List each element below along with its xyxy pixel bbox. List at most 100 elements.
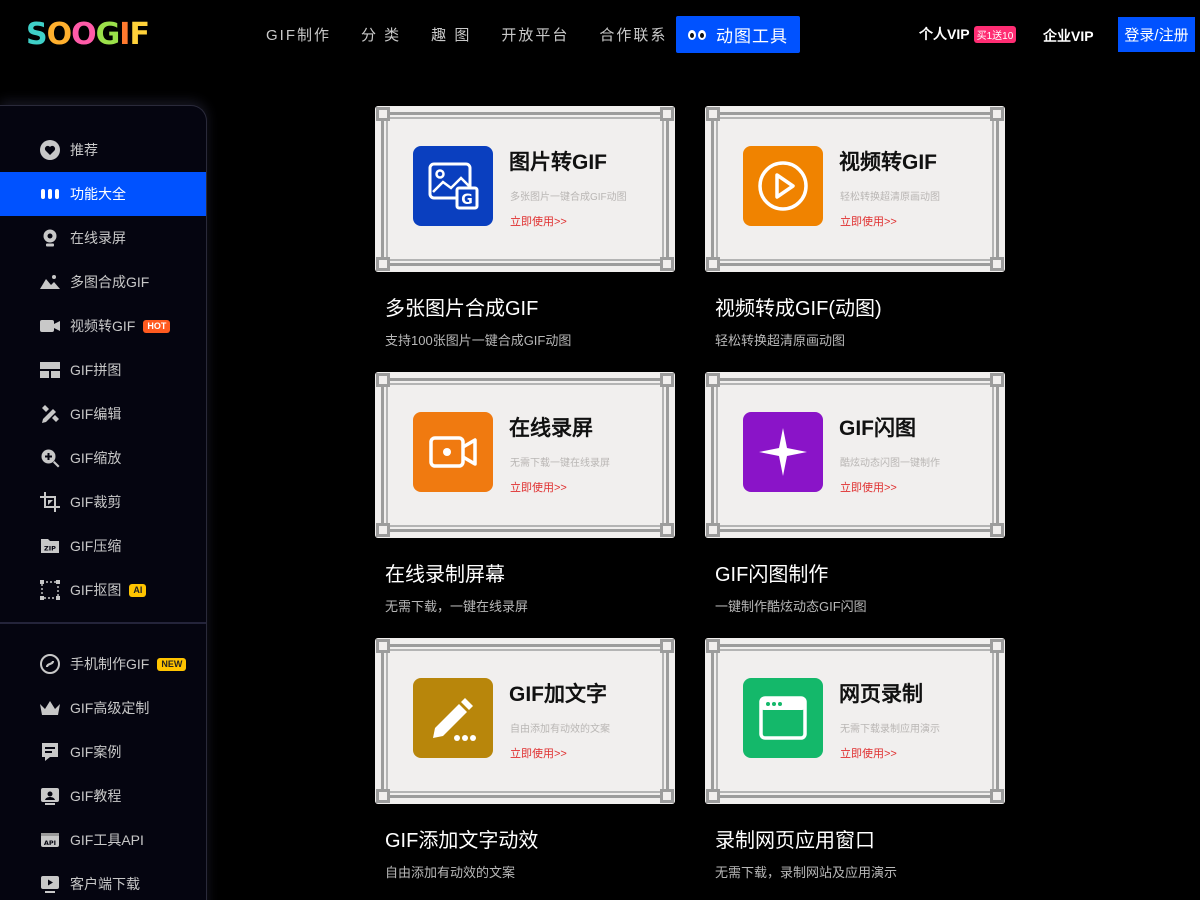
sidebar-item-label: 视频转GIF	[70, 318, 136, 334]
heart-icon	[40, 140, 60, 160]
card-banner[interactable]: 网页录制 无需下载录制应用演示 立即使用>>	[705, 638, 1005, 804]
sidebar-item-label: GIF高级定制	[70, 700, 150, 716]
banner-desc: 自由添加有动效的文案	[510, 724, 610, 735]
card-banner[interactable]: G 图片转GIF 多张图片一键合成GIF动图 立即使用>>	[375, 106, 675, 272]
card-title[interactable]: GIF添加文字动效	[385, 824, 675, 853]
sidebar-item-label: GIF编辑	[70, 406, 122, 422]
card-banner[interactable]: GIF闪图 酷炫动态闪图一键制作 立即使用>>	[705, 372, 1005, 538]
card-title[interactable]: 多张图片合成GIF	[385, 292, 675, 321]
sidebar-item-label: GIF缩放	[70, 450, 122, 466]
sidebar-item-crop[interactable]: GIF裁剪	[0, 480, 206, 524]
card-banner[interactable]: GIF加文字 自由添加有动效的文案 立即使用>>	[375, 638, 675, 804]
sidebar-item-video-to-gif[interactable]: 视频转GIF HOT	[0, 304, 206, 348]
banner-title: GIF闪图	[839, 417, 916, 440]
main-nav: GIF制作 分 类 趣 图 开放平台 合作联系	[266, 16, 697, 52]
sidebar-item-label: 功能大全	[70, 186, 126, 202]
use-now-link[interactable]: 立即使用>>	[840, 213, 897, 229]
crop-icon	[40, 492, 60, 512]
feature-card-screen-record: 在线录屏 无需下载一键在线录屏 立即使用>> 在线录制屏幕 无需下载，一键在线录…	[375, 372, 675, 615]
sidebar-item-zoom[interactable]: GIF缩放	[0, 436, 206, 480]
nav-contact[interactable]: 合作联系	[599, 24, 667, 45]
feature-card-video-to-gif: 视频转GIF 轻松转换超清原画动图 立即使用>> 视频转成GIF(动图) 轻松转…	[705, 106, 1005, 349]
vip-promo-badge: 买1送10	[973, 25, 1017, 43]
card-title[interactable]: 在线录制屏幕	[385, 558, 675, 587]
card-subtitle: 支持100张图片一键合成GIF动图	[385, 333, 572, 348]
use-now-link[interactable]: 立即使用>>	[510, 479, 567, 495]
card-title[interactable]: 视频转成GIF(动图)	[715, 292, 1005, 321]
top-header: SOOGIF GIF制作 分 类 趣 图 开放平台 合作联系 动图工具 个人VI…	[0, 0, 1200, 70]
nav-open-platform[interactable]: 开放平台	[501, 24, 569, 45]
record-icon	[413, 412, 493, 492]
use-now-link[interactable]: 立即使用>>	[510, 213, 567, 229]
login-register-button[interactable]: 登录/注册	[1118, 17, 1195, 52]
svg-text:API: API	[44, 839, 56, 847]
sidebar-item-cases[interactable]: GIF案例	[0, 730, 206, 774]
ai-badge: AI	[129, 583, 147, 597]
zip-icon: ZIP	[40, 536, 60, 556]
svg-text:G: G	[461, 192, 473, 208]
feature-card-add-text: GIF加文字 自由添加有动效的文案 立即使用>> GIF添加文字动效 自由添加有…	[375, 638, 675, 881]
use-now-link[interactable]: 立即使用>>	[510, 745, 567, 761]
banner-title: 视频转GIF	[839, 151, 937, 174]
site-logo[interactable]: SOOGIF	[26, 14, 150, 54]
sidebar-item-label: 手机制作GIF	[70, 656, 150, 672]
gif-tools-label: 动图工具	[716, 27, 788, 46]
svg-text:ZIP: ZIP	[44, 545, 56, 553]
banner-title: 图片转GIF	[509, 151, 607, 174]
banner-title: 在线录屏	[509, 417, 593, 440]
banner-desc: 轻松转换超清原画动图	[840, 192, 940, 203]
enterprise-vip-link[interactable]: 企业VIP	[1043, 26, 1094, 46]
sidebar-item-custom[interactable]: GIF高级定制	[0, 686, 206, 730]
grid-icon	[40, 360, 60, 380]
pencil-icon	[413, 678, 493, 758]
sidebar-item-puzzle[interactable]: GIF拼图	[0, 348, 206, 392]
sidebar-item-screen-record[interactable]: 在线录屏	[0, 216, 206, 260]
sidebar-item-tutorial[interactable]: GIF教程	[0, 774, 206, 818]
personal-vip-label: 个人VIP	[919, 26, 970, 42]
nav-fun-gifs[interactable]: 趣 图	[431, 24, 471, 45]
sidebar-item-label: GIF教程	[70, 788, 122, 804]
sidebar-item-label: 多图合成GIF	[70, 274, 150, 290]
browser-icon	[743, 678, 823, 758]
sidebar-item-label: 推荐	[70, 142, 98, 158]
banner-desc: 无需下载录制应用演示	[840, 724, 940, 735]
tutorial-icon	[40, 786, 60, 806]
card-banner[interactable]: 在线录屏 无需下载一键在线录屏 立即使用>>	[375, 372, 675, 538]
nav-gif-make[interactable]: GIF制作	[266, 24, 331, 45]
gif-tools-button[interactable]: 动图工具	[676, 16, 800, 53]
use-now-link[interactable]: 立即使用>>	[840, 479, 897, 495]
use-now-link[interactable]: 立即使用>>	[840, 745, 897, 761]
image-g-icon: G	[413, 146, 493, 226]
sidebar-item-cutout[interactable]: GIF抠图 AI	[0, 568, 206, 612]
case-icon	[40, 742, 60, 762]
banner-desc: 酷炫动态闪图一键制作	[840, 458, 940, 469]
sidebar-item-label: GIF工具API	[70, 832, 144, 848]
card-title[interactable]: GIF闪图制作	[715, 558, 1005, 587]
sidebar-item-mobile-gif[interactable]: 手机制作GIF NEW	[0, 642, 206, 686]
logo-text: SOOGIF	[26, 16, 150, 52]
card-subtitle: 一键制作酷炫动态GIF闪图	[715, 599, 867, 614]
edit-icon	[40, 404, 60, 424]
monitor-icon	[40, 874, 60, 894]
sidebar-item-compress[interactable]: ZIP GIF压缩	[0, 524, 206, 568]
card-banner[interactable]: 视频转GIF 轻松转换超清原画动图 立即使用>>	[705, 106, 1005, 272]
mobile-icon	[40, 654, 60, 674]
sidebar-item-download-client[interactable]: 客户端下载	[0, 862, 206, 900]
sidebar-item-api[interactable]: API GIF工具API	[0, 818, 206, 862]
sidebar-item-multi-image[interactable]: 多图合成GIF	[0, 260, 206, 304]
webcam-icon	[40, 228, 60, 248]
nav-category[interactable]: 分 类	[361, 24, 401, 45]
feature-card-images-to-gif: G 图片转GIF 多张图片一键合成GIF动图 立即使用>> 多张图片合成GIF …	[375, 106, 675, 349]
feature-card-web-record: 网页录制 无需下载录制应用演示 立即使用>> 录制网页应用窗口 无需下载，录制网…	[705, 638, 1005, 881]
sidebar-item-recommend[interactable]: 推荐	[0, 128, 206, 172]
sidebar-item-all-features[interactable]: 功能大全	[0, 172, 206, 216]
sidebar-divider	[0, 622, 206, 624]
sidebar-item-edit[interactable]: GIF编辑	[0, 392, 206, 436]
personal-vip-link[interactable]: 个人VIP 买1送10	[919, 24, 1017, 44]
zoom-icon	[40, 448, 60, 468]
new-badge: NEW	[157, 657, 187, 671]
card-title[interactable]: 录制网页应用窗口	[715, 824, 1005, 853]
card-subtitle: 无需下载，一键在线录屏	[385, 599, 529, 614]
sidebar-item-label: GIF拼图	[70, 362, 122, 378]
banner-title: GIF加文字	[509, 683, 607, 706]
